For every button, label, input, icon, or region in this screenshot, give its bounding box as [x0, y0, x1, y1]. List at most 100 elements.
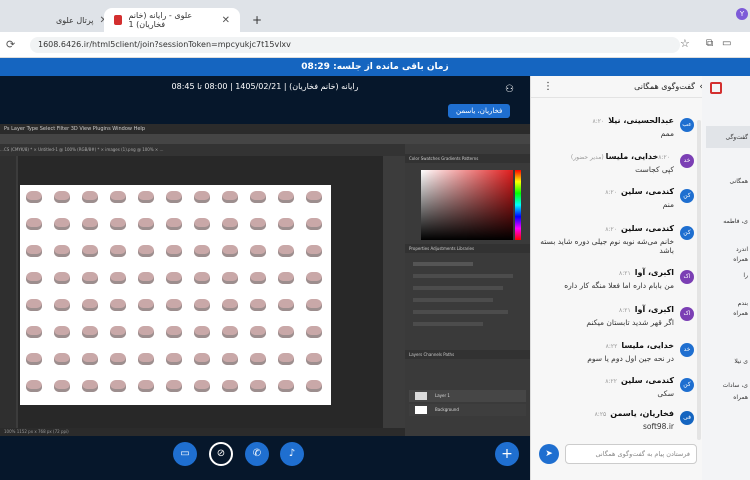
bookmark-star-icon[interactable]: ☆	[680, 37, 690, 50]
sender-name: ۸:۲۰ عبدالحسینی، نیلا	[592, 116, 675, 125]
avatar: کن	[680, 378, 694, 392]
pattern-cat-image	[26, 245, 42, 257]
pattern-cat-image	[110, 218, 126, 230]
pattern-cat-image	[306, 191, 322, 203]
pattern-cat-image	[138, 218, 154, 230]
user-list-item[interactable]: همراه	[733, 394, 748, 401]
avatar: خد	[680, 343, 694, 357]
pattern-cat-image	[166, 326, 182, 338]
avatar: کن	[680, 226, 694, 240]
pattern-cat-image	[222, 380, 238, 392]
message-text: خانم می‌شه نوبه نوم جیلی دوره شاید بسته …	[540, 237, 674, 255]
pattern-cat-image	[166, 272, 182, 284]
avatar: کن	[680, 189, 694, 203]
plus-icon: +	[501, 446, 513, 462]
pattern-cat-image	[306, 218, 322, 230]
send-icon: ➤	[545, 449, 553, 459]
user-list-item[interactable]: بندم	[738, 300, 748, 307]
camera-off-button[interactable]: ⊘	[209, 442, 233, 466]
user-list-item[interactable]: را	[743, 272, 748, 279]
pattern-cat-image	[138, 326, 154, 338]
user-list-item[interactable]: گفت‌وگی	[725, 134, 748, 141]
sender-name: ۸:۲۵ فخاریان، یاسمن	[594, 409, 674, 418]
close-icon[interactable]: ✕	[222, 15, 230, 26]
pattern-cat-image	[26, 326, 42, 338]
chat-input[interactable]: فرستادن پیام به گفت‌وگوی همگانی	[565, 444, 697, 464]
pattern-cat-image	[82, 245, 98, 257]
url-field[interactable]: 1608.6426.ir/html5client/join?sessionTok…	[30, 37, 680, 53]
ps-color-picker	[421, 170, 513, 240]
tab-label: علوی - رایانه (خانم فخاریان) 1	[128, 11, 193, 29]
phone-button[interactable]: ✆	[245, 442, 269, 466]
profile-avatar[interactable]: Y	[736, 8, 748, 20]
microphone-button[interactable]: ♪	[280, 442, 304, 466]
pattern-cat-image	[138, 272, 154, 284]
favicon-icon	[114, 15, 123, 25]
user-list-item[interactable]: ی، سادات	[723, 382, 748, 389]
sender-name: ۸:۲۱ اکبری، آوا	[619, 305, 674, 314]
actions-plus-button[interactable]: +	[495, 442, 519, 466]
user-list-item[interactable]: همگانی	[730, 178, 748, 185]
pattern-cat-image	[222, 245, 238, 257]
user-list-item[interactable]: همراه	[733, 256, 748, 263]
pattern-cat-image	[306, 380, 322, 392]
chat-scrollbar[interactable]	[697, 120, 701, 440]
users-side-panel: گفت‌وگی همگانی ی، فاطمه اندرد همراه را بندم همر…	[702, 76, 750, 480]
pattern-cat-image	[194, 380, 210, 392]
pattern-cat-image	[138, 353, 154, 365]
sidepanel-icon[interactable]: ▭	[722, 38, 731, 49]
tab-meeting[interactable]: علوی - رایانه (خانم فخاریان) 1 ✕	[104, 8, 240, 32]
pattern-cat-image	[82, 218, 98, 230]
avatar: عب	[680, 118, 694, 132]
pattern-cat-image	[306, 245, 322, 257]
meeting-info: رایانه (خانم فخاریان) | 1405/02/21 | 08:…	[171, 82, 359, 91]
pattern-cat-image	[54, 353, 70, 365]
pattern-cat-image	[278, 299, 294, 311]
pattern-cat-image	[194, 191, 210, 203]
pattern-cat-image	[166, 191, 182, 203]
message-text: منم	[662, 200, 674, 209]
chat-header: گفت‌وگوی همگانی ‹ ⋮	[531, 76, 703, 98]
avatar: فی	[680, 411, 694, 425]
more-options-icon[interactable]: ⋮	[543, 76, 553, 98]
user-list-item[interactable]: ی نیلا	[734, 358, 748, 365]
message-time: ۸:۲۰	[605, 226, 617, 233]
pattern-cat-image	[26, 272, 42, 284]
new-tab-button[interactable]: +	[242, 8, 272, 32]
pattern-cat-image	[278, 353, 294, 365]
ps-document-tabs: …CS (CMYK/8) * × Untitled-1 @ 100% (RGB/…	[0, 144, 405, 156]
avatar: اک	[680, 307, 694, 321]
ps-status-bar: 100% 1152 px x 768 px (72 ppi)	[0, 428, 405, 436]
message-time: ۸:۲۲	[605, 343, 618, 350]
app-logo-icon	[710, 82, 722, 94]
send-button[interactable]: ➤	[539, 444, 559, 464]
user-list-item[interactable]: اندرد	[736, 246, 748, 253]
pattern-cat-image	[306, 299, 322, 311]
pattern-cat-image	[82, 191, 98, 203]
sender-name: ۸:۲۲ کندمی، سلین	[605, 376, 674, 385]
sender-name: (مدیر حضور) ۸:۲۰خدایی، ملیسا	[570, 152, 670, 161]
pattern-cat-image	[278, 380, 294, 392]
user-list-item[interactable]: همراه	[733, 310, 748, 317]
pattern-cat-image	[194, 326, 210, 338]
ps-options-bar	[0, 134, 530, 144]
reload-icon[interactable]: ⟳	[6, 38, 15, 51]
screen-share-button[interactable]: ▭	[173, 442, 197, 466]
user-settings-icon[interactable]: ⚇	[505, 84, 514, 95]
pattern-cat-image	[26, 218, 42, 230]
chat-message: کن ۸:۲۰ کندمی، سلین خانم می‌شه نوبه نوم جیل…	[536, 224, 694, 255]
pattern-cat-image	[54, 326, 70, 338]
pattern-cat-image	[54, 218, 70, 230]
pattern-cat-image	[222, 218, 238, 230]
chat-message: کن ۸:۲۰ کندمی، سلین منم	[536, 187, 694, 209]
address-bar: ⟳ 1608.6426.ir/html5client/join?sessionT…	[0, 32, 750, 58]
pattern-cat-image	[82, 299, 98, 311]
pattern-cat-image	[110, 380, 126, 392]
presentation-area: رایانه (خانم فخاریان) | 1405/02/21 | 08:…	[0, 76, 530, 480]
user-list-item[interactable]: ی، فاطمه	[723, 218, 748, 225]
pattern-cat-image	[166, 380, 182, 392]
presenter-badge: فخاریان، یاسمن	[448, 104, 511, 118]
ps-properties-header: Properties Adjustments Libraries	[405, 244, 530, 253]
extensions-icon[interactable]: ⧉	[706, 38, 713, 49]
pattern-cat-image	[138, 380, 154, 392]
